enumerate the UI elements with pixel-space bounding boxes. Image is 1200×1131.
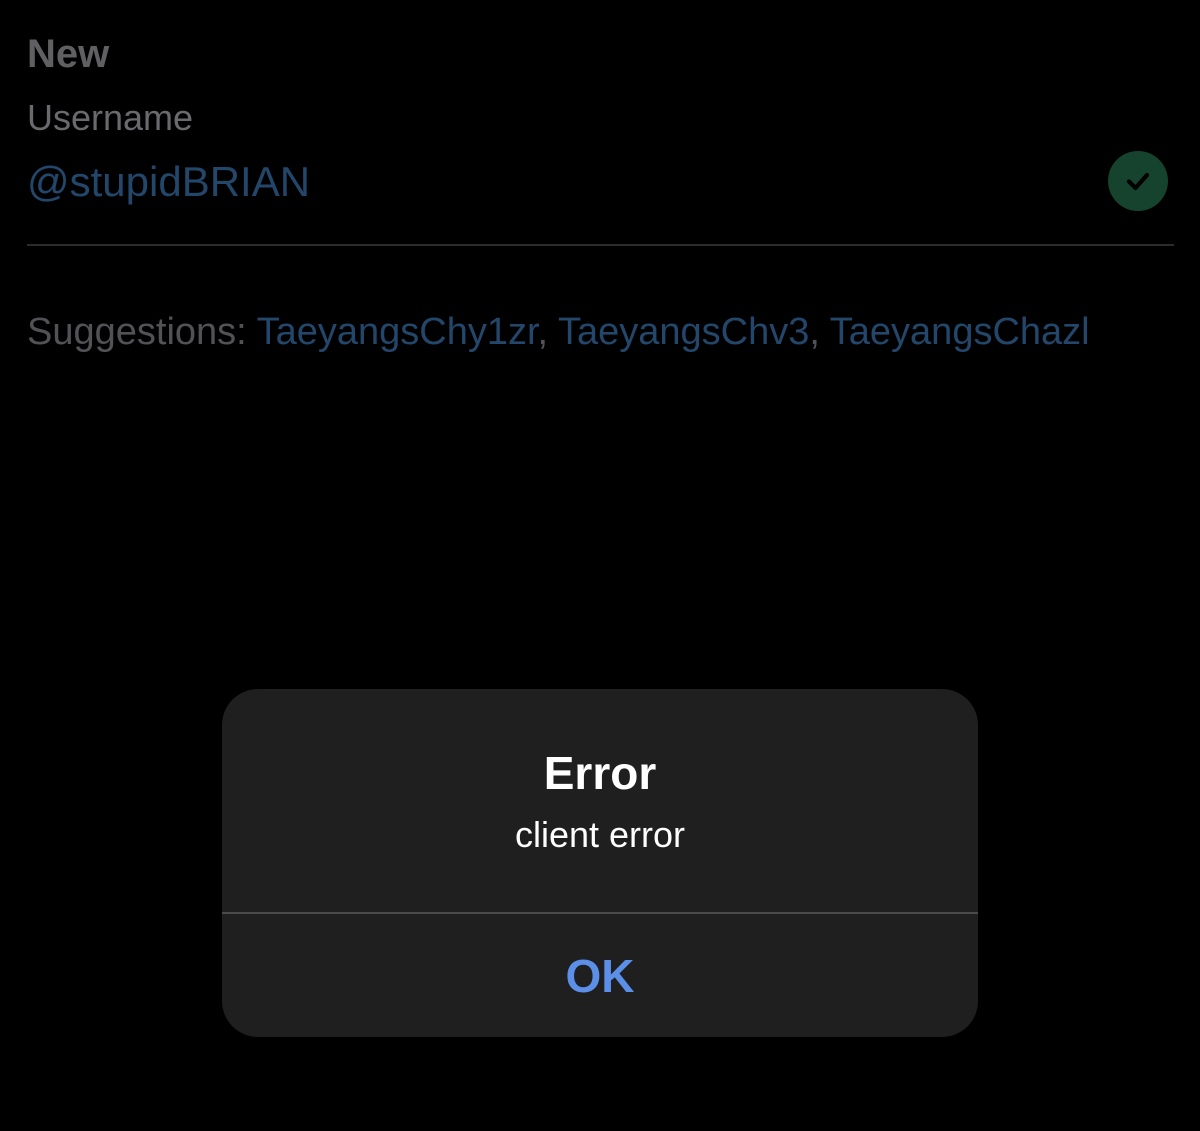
alert-title: Error (543, 747, 657, 799)
ok-button[interactable]: OK (222, 914, 978, 1037)
alert-message: client error (514, 814, 686, 855)
screen: New Username @stupidBRIAN Suggestions: T… (0, 0, 1200, 1131)
error-alert-dialog: Error client error OK (222, 689, 978, 1037)
